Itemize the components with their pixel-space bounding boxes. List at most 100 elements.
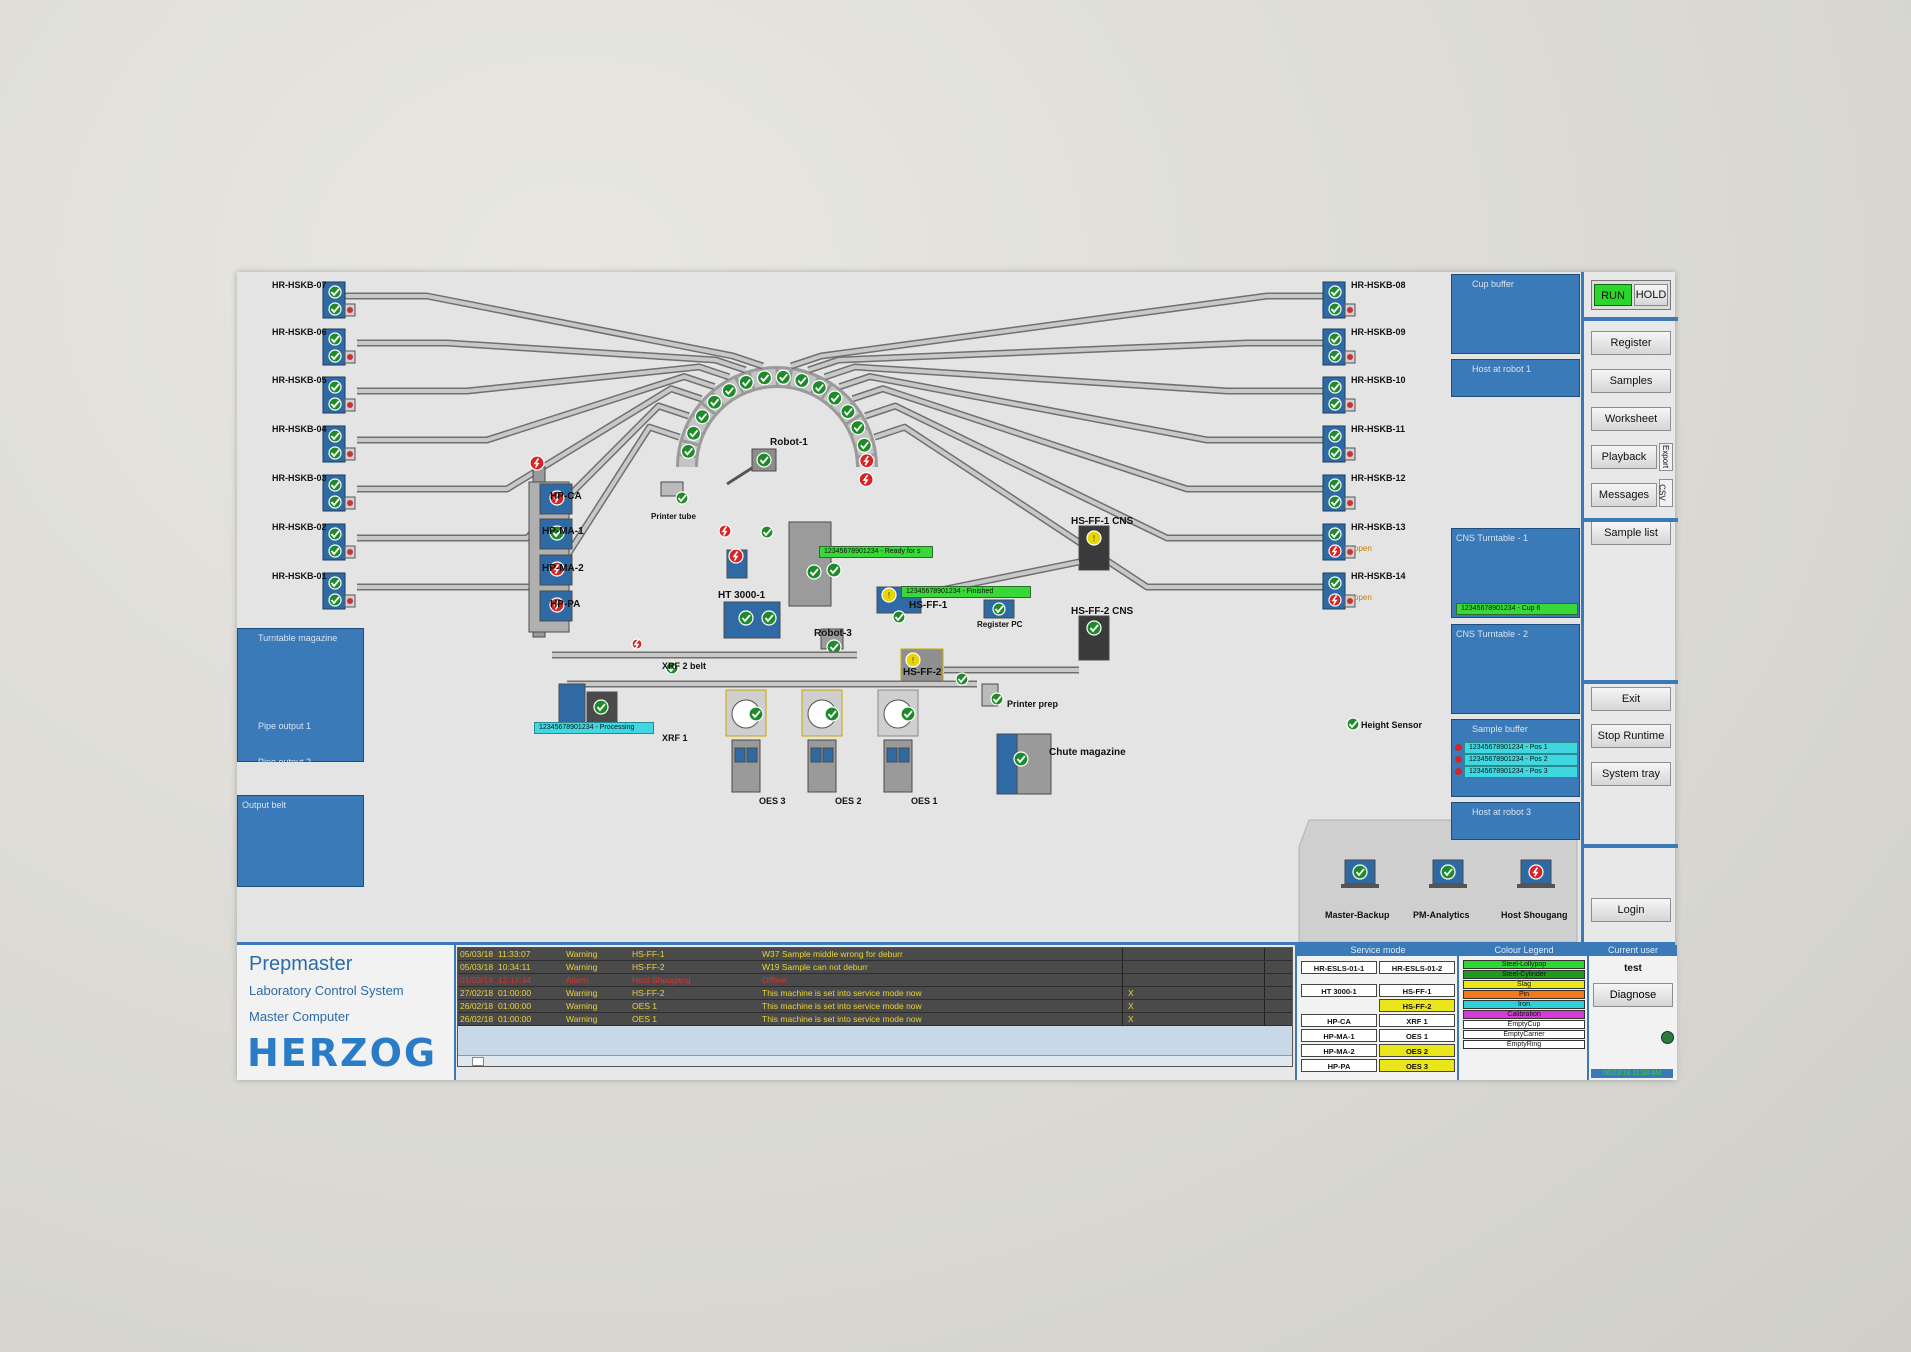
ring-slot-14-status-icon[interactable]: [856, 437, 872, 453]
ring-slot-10-status-icon[interactable]: [811, 379, 827, 396]
chute-magazine-status-icon[interactable]: [1013, 751, 1029, 767]
host-1-status-icon[interactable]: [1352, 864, 1368, 880]
worksheet-button[interactable]: Worksheet: [1591, 407, 1671, 431]
hs-ff2-status-icon[interactable]: !: [905, 652, 921, 668]
robot-1-status-icon[interactable]: [756, 452, 772, 468]
message-row[interactable]: 26/02/18 01:00:00 Warning OES 1 This machine…: [458, 1000, 1292, 1013]
ready-tag[interactable]: 12345678901234 - Ready for s: [819, 546, 933, 558]
register-pc-status-icon[interactable]: [992, 602, 1006, 616]
right-station-1-status-icon[interactable]: [1328, 285, 1342, 299]
host-robot1-panel[interactable]: Host at robot 1: [1451, 359, 1580, 397]
message-row[interactable]: 26/02/18 01:00:00 Warning OES 1 This machine…: [458, 1013, 1292, 1026]
right-station-2-status-icon[interactable]: [1328, 332, 1342, 346]
left-station-3-sub-status-icon[interactable]: [328, 397, 342, 411]
left-station-3-status-icon[interactable]: [328, 380, 342, 394]
message-log-scrollbar[interactable]: [458, 1055, 1292, 1066]
message-log[interactable]: 05/03/18 11:33:07 Warning HS-FF-1 W37 Sample…: [457, 947, 1293, 1067]
export-button[interactable]: Export: [1659, 443, 1673, 471]
left-station-6-sub-status-icon[interactable]: [328, 544, 342, 558]
host-label[interactable]: Master-Backup: [1325, 910, 1390, 920]
stop-runtime-button[interactable]: Stop Runtime: [1591, 724, 1671, 748]
service-mode-toggle[interactable]: HR-ESLS-01-2: [1379, 961, 1455, 974]
ring-slot-16-status-icon[interactable]: [858, 471, 874, 488]
oes2-status-icon[interactable]: [824, 706, 840, 722]
ring-slot-13-status-icon[interactable]: [850, 419, 866, 436]
central-cell-status-icon-2[interactable]: [826, 562, 842, 578]
cns-turntable2-panel[interactable]: CNS Turntable - 2: [1451, 624, 1580, 714]
central-cell-status-icon-1[interactable]: [806, 564, 822, 580]
ring-slot-2-status-icon[interactable]: [685, 425, 702, 441]
right-station-4-sub-status-icon[interactable]: [1328, 446, 1342, 460]
messages-button[interactable]: Messages: [1591, 483, 1657, 507]
printer-prep-status-icon[interactable]: [990, 692, 1004, 706]
message-row[interactable]: 01/03/18 12:17:44 Alarm Host Shougang Offlin…: [458, 974, 1292, 987]
xrf1-status-icon[interactable]: [593, 699, 609, 715]
register-button[interactable]: Register: [1591, 331, 1671, 355]
hp-tower-top-status-icon[interactable]: [529, 455, 545, 471]
service-mode-toggle[interactable]: HP-MA-1: [1301, 1029, 1377, 1042]
ring-slot-4-status-icon[interactable]: [706, 394, 723, 410]
left-station-4-sub-status-icon[interactable]: [328, 446, 342, 460]
run-hold-toggle[interactable]: RUN HOLD: [1591, 280, 1671, 310]
service-mode-toggle[interactable]: OES 3: [1379, 1059, 1455, 1072]
service-mode-toggle[interactable]: HP-CA: [1301, 1014, 1377, 1027]
host-label[interactable]: Host Shougang: [1501, 910, 1568, 920]
sample-buffer-item[interactable]: 12345678901234 - Pos 1: [1464, 742, 1578, 754]
cns-turntable1-tag[interactable]: 12345678901234 - Cup 6: [1456, 603, 1578, 615]
right-station-2-sub-status-icon[interactable]: [1328, 349, 1342, 363]
left-station-2-sub-status-icon[interactable]: [328, 349, 342, 363]
service-mode-toggle[interactable]: HS-FF-2: [1379, 999, 1455, 1012]
right-station-3-sub-status-icon[interactable]: [1328, 397, 1342, 411]
host-3-status-icon[interactable]: [1528, 864, 1544, 880]
ring-slot-6-status-icon[interactable]: [738, 374, 754, 391]
left-station-1-sub-status-icon[interactable]: [328, 302, 342, 316]
printer-prep-feed-status-icon[interactable]: [955, 672, 969, 686]
service-mode-toggle[interactable]: HS-FF-1: [1379, 984, 1455, 997]
exit-button[interactable]: Exit: [1591, 687, 1671, 711]
message-row[interactable]: 27/02/18 01:00:00 Warning HS-FF-2 This machi…: [458, 987, 1292, 1000]
ring-slot-7-status-icon[interactable]: [756, 370, 773, 386]
run-button[interactable]: RUN: [1594, 284, 1632, 306]
right-station-3-status-icon[interactable]: [1328, 380, 1342, 394]
message-row[interactable]: 05/03/18 11:33:07 Warning HS-FF-1 W37 Sample…: [458, 948, 1292, 961]
host-2-status-icon[interactable]: [1440, 864, 1456, 880]
cns-turntable1-panel[interactable]: CNS Turntable - 1 12345678901234 - Cup 6: [1451, 528, 1580, 618]
service-mode-toggle[interactable]: HP-PA: [1301, 1059, 1377, 1072]
left-station-2-status-icon[interactable]: [328, 332, 342, 346]
login-button[interactable]: Login: [1591, 898, 1671, 922]
oes1-status-icon[interactable]: [900, 706, 916, 722]
ring-slot-9-status-icon[interactable]: [794, 372, 810, 389]
left-station-6-status-icon[interactable]: [328, 527, 342, 541]
host-label[interactable]: PM-Analytics: [1413, 910, 1470, 920]
hs-ff2-cns-status-icon[interactable]: [1086, 620, 1102, 636]
ring-slot-12-status-icon[interactable]: [840, 403, 856, 420]
ht3000-status-icon-2[interactable]: [761, 610, 777, 626]
processing-tag[interactable]: 12345678901234 - Processing: [534, 722, 654, 734]
left-station-1-status-icon[interactable]: [328, 285, 342, 299]
sample-buffer-panel[interactable]: Sample buffer 12345678901234 - Pos 1 1234…: [1451, 719, 1580, 797]
right-station-1-sub-status-icon[interactable]: [1328, 302, 1342, 316]
diagnose-button[interactable]: Diagnose: [1593, 983, 1673, 1007]
robot-3-feed-status-icon[interactable]: [718, 524, 732, 538]
service-mode-toggle[interactable]: XRF 1: [1379, 1014, 1455, 1027]
left-station-5-sub-status-icon[interactable]: [328, 495, 342, 509]
right-station-5-status-icon[interactable]: [1328, 478, 1342, 492]
oes3-status-icon[interactable]: [748, 706, 764, 722]
ring-slot-3-status-icon[interactable]: [694, 409, 710, 425]
service-mode-toggle[interactable]: HR-ESLS-01-1: [1301, 961, 1377, 974]
host-robot3-panel[interactable]: Host at robot 3: [1451, 802, 1580, 840]
left-station-7-status-icon[interactable]: [328, 576, 342, 590]
left-station-4-status-icon[interactable]: [328, 429, 342, 443]
hold-button[interactable]: HOLD: [1634, 284, 1668, 306]
cup-buffer-panel[interactable]: Cup buffer: [1451, 274, 1580, 354]
fault-cell-status-icon[interactable]: [728, 548, 744, 564]
samples-button[interactable]: Samples: [1591, 369, 1671, 393]
ring-slot-5-status-icon[interactable]: [721, 383, 737, 399]
hs-ff1-secondary-status-icon[interactable]: [892, 610, 906, 624]
printer-tube-status-icon[interactable]: [675, 491, 689, 505]
turntable-magazine-panel[interactable]: Turntable magazine Pipe output 1 Pipe ou…: [237, 628, 364, 767]
playback-button[interactable]: Playback: [1591, 445, 1657, 469]
hs-ff1-status-icon[interactable]: !: [881, 587, 897, 603]
right-station-7-sub-status-icon[interactable]: [1328, 593, 1342, 607]
service-mode-toggle[interactable]: HT 3000-1: [1301, 984, 1377, 997]
